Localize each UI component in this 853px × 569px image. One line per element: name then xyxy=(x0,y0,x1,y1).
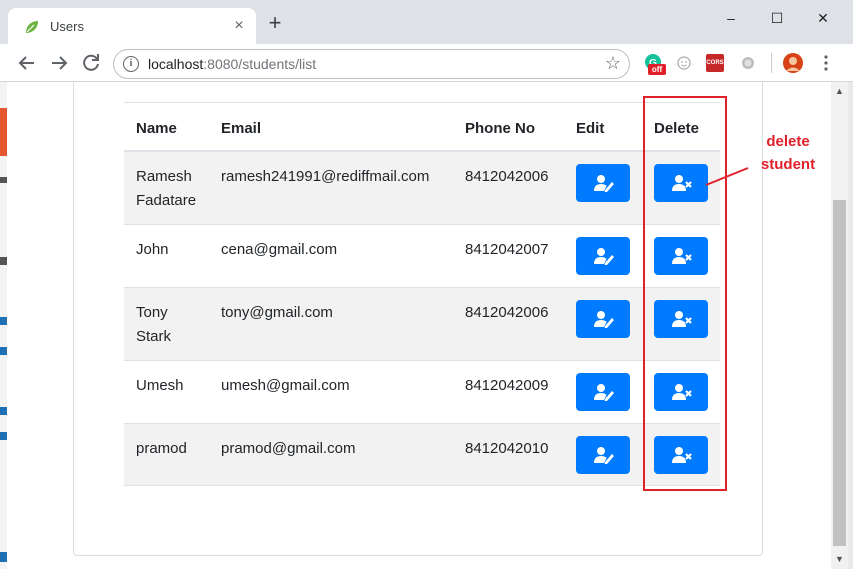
scrollbar-thumb[interactable] xyxy=(833,200,846,546)
reload-icon[interactable] xyxy=(79,51,103,75)
header-edit: Edit xyxy=(576,120,605,137)
page-scrollbar[interactable]: ▲ ▼ xyxy=(831,82,848,569)
edit-student-button[interactable] xyxy=(576,164,630,202)
students-table: Name Email Phone No Edit Delete Ramesh Fa… xyxy=(124,102,720,486)
edit-student-button[interactable] xyxy=(576,373,630,411)
student-email: ramesh241991@rediffmail.com xyxy=(221,168,430,185)
annotation-line1: delete xyxy=(766,133,810,150)
close-window-button[interactable]: ✕ xyxy=(800,4,846,32)
student-phone: 8412042007 xyxy=(465,241,549,258)
student-name: pramod xyxy=(136,440,187,457)
circle-icon[interactable] xyxy=(738,53,758,73)
emoji-icon[interactable] xyxy=(674,53,694,73)
cors-icon[interactable]: CORS xyxy=(706,54,724,72)
table-row: Umesh umesh@gmail.com 8412042009 xyxy=(124,361,720,424)
student-email: pramod@gmail.com xyxy=(221,440,356,457)
spring-leaf-icon xyxy=(26,21,38,33)
header-name: Name xyxy=(136,120,177,137)
url-text[interactable]: localhost:8080/students/list xyxy=(148,56,316,72)
student-email: umesh@gmail.com xyxy=(221,377,350,394)
browser-tab[interactable]: Users × xyxy=(8,8,256,44)
annotation-line2: student xyxy=(760,156,816,173)
window-edge xyxy=(848,82,853,569)
scroll-down-arrow-icon[interactable]: ▼ xyxy=(831,552,848,566)
tab-close-icon[interactable]: × xyxy=(230,17,248,35)
site-info-icon[interactable]: i xyxy=(123,56,139,72)
tab-title: Users xyxy=(50,19,84,34)
student-phone: 8412042006 xyxy=(465,168,549,185)
delete-column-highlight xyxy=(643,96,727,491)
edit-student-button[interactable] xyxy=(576,237,630,275)
table-row: pramod pramod@gmail.com 8412042010 xyxy=(124,424,720,486)
minimize-button[interactable]: – xyxy=(708,4,754,32)
student-name: Umesh xyxy=(136,377,184,394)
table-row: Tony Stark tony@gmail.com 8412042006 xyxy=(124,288,720,361)
student-email: cena@gmail.com xyxy=(221,241,338,258)
profile-avatar[interactable] xyxy=(783,53,803,73)
annotation-label: delete student xyxy=(748,130,828,176)
back-arrow-icon[interactable] xyxy=(15,51,39,75)
browser-toolbar: i localhost:8080/students/list ☆ G off C… xyxy=(0,44,853,82)
background-page-edge xyxy=(0,82,7,569)
new-tab-button[interactable]: + xyxy=(264,12,286,35)
browser-title-bar: Users × + – ☐ ✕ xyxy=(0,0,853,44)
menu-dots-icon[interactable] xyxy=(816,53,836,73)
table-row: Ramesh Fadatare ramesh241991@rediffmail.co… xyxy=(124,152,720,225)
table-header: Name Email Phone No Edit Delete xyxy=(124,102,720,152)
header-phone: Phone No xyxy=(465,120,535,137)
toolbar-divider xyxy=(771,53,772,73)
student-name: Tony Stark xyxy=(136,304,172,345)
student-name: John xyxy=(136,241,169,258)
student-name: Ramesh Fadatare xyxy=(136,168,197,209)
edit-student-button[interactable] xyxy=(576,436,630,474)
scroll-up-arrow-icon[interactable]: ▲ xyxy=(831,84,848,98)
bookmark-star-icon[interactable]: ☆ xyxy=(605,53,621,74)
student-email: tony@gmail.com xyxy=(221,304,333,321)
header-email: Email xyxy=(221,120,262,137)
student-phone: 8412042006 xyxy=(465,304,549,321)
grammarly-off-badge: off xyxy=(648,64,666,75)
student-phone: 8412042010 xyxy=(465,440,549,457)
forward-arrow-icon[interactable] xyxy=(47,51,71,75)
maximize-button[interactable]: ☐ xyxy=(754,4,800,32)
student-phone: 8412042009 xyxy=(465,377,549,394)
table-row: John cena@gmail.com 8412042007 xyxy=(124,225,720,288)
edit-student-button[interactable] xyxy=(576,300,630,338)
address-bar[interactable]: i localhost:8080/students/list ☆ xyxy=(113,49,630,79)
